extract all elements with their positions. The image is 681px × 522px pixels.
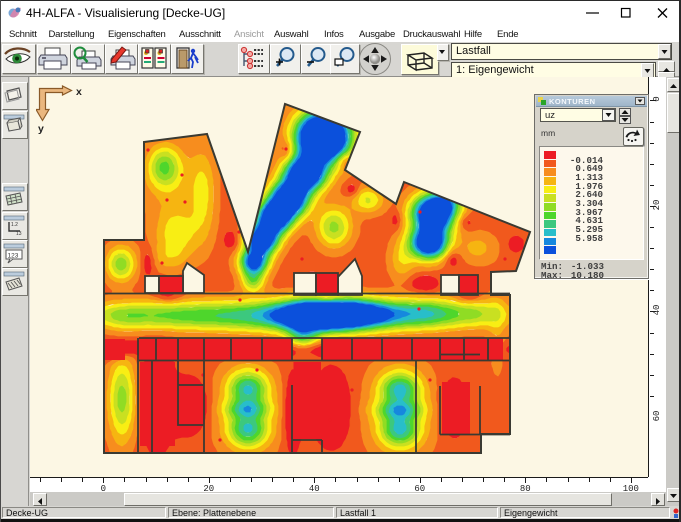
svg-text:1.2: 1.2: [11, 222, 18, 228]
svg-text:x: x: [76, 86, 82, 98]
svg-text:13: 13: [16, 231, 22, 237]
svg-text:123: 123: [8, 253, 19, 260]
svg-text:y: y: [38, 123, 44, 135]
